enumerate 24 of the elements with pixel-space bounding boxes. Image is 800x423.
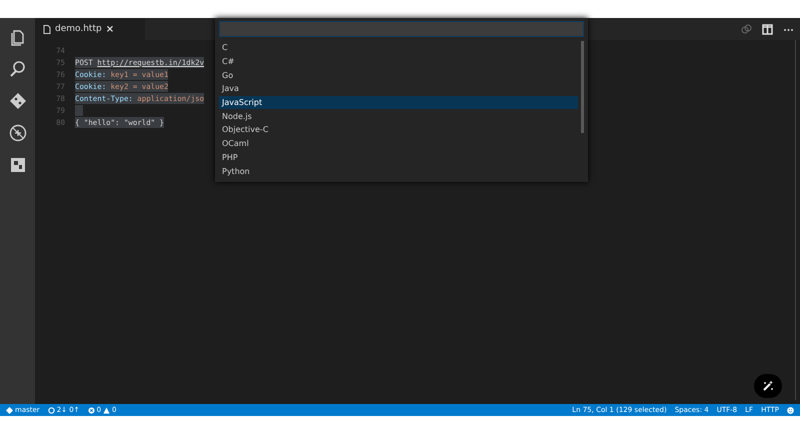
scrollbar-thumb[interactable]: [581, 41, 584, 133]
language-option[interactable]: Java: [219, 82, 578, 96]
extensions-icon[interactable]: [8, 156, 26, 174]
language-option[interactable]: Objective-C: [219, 123, 578, 137]
close-button[interactable]: ×: [106, 24, 114, 34]
split-compare-icon[interactable]: [741, 24, 752, 34]
file-icon: [43, 24, 51, 34]
language-option[interactable]: OCaml: [219, 136, 578, 150]
language-option[interactable]: Python: [219, 164, 578, 178]
split-editor-icon[interactable]: [762, 24, 773, 34]
input-field[interactable]: [219, 21, 584, 37]
language-option[interactable]: Node.js: [219, 109, 578, 124]
editor-tab[interactable]: demo.http ×: [35, 18, 145, 40]
search-icon[interactable]: [8, 60, 26, 78]
magic-wand-icon: [762, 380, 774, 392]
language-option[interactable]: C: [219, 41, 578, 55]
files-icon[interactable]: [8, 28, 26, 46]
wand-button[interactable]: [754, 374, 782, 398]
smiley-icon[interactable]: [787, 406, 794, 414]
language-option[interactable]: PHP: [219, 150, 578, 164]
language-option[interactable]: JavaScript: [219, 96, 578, 110]
language-option[interactable]: Go: [219, 68, 578, 82]
diamond-icon[interactable]: [8, 92, 26, 110]
language-option[interactable]: C#: [219, 54, 578, 68]
